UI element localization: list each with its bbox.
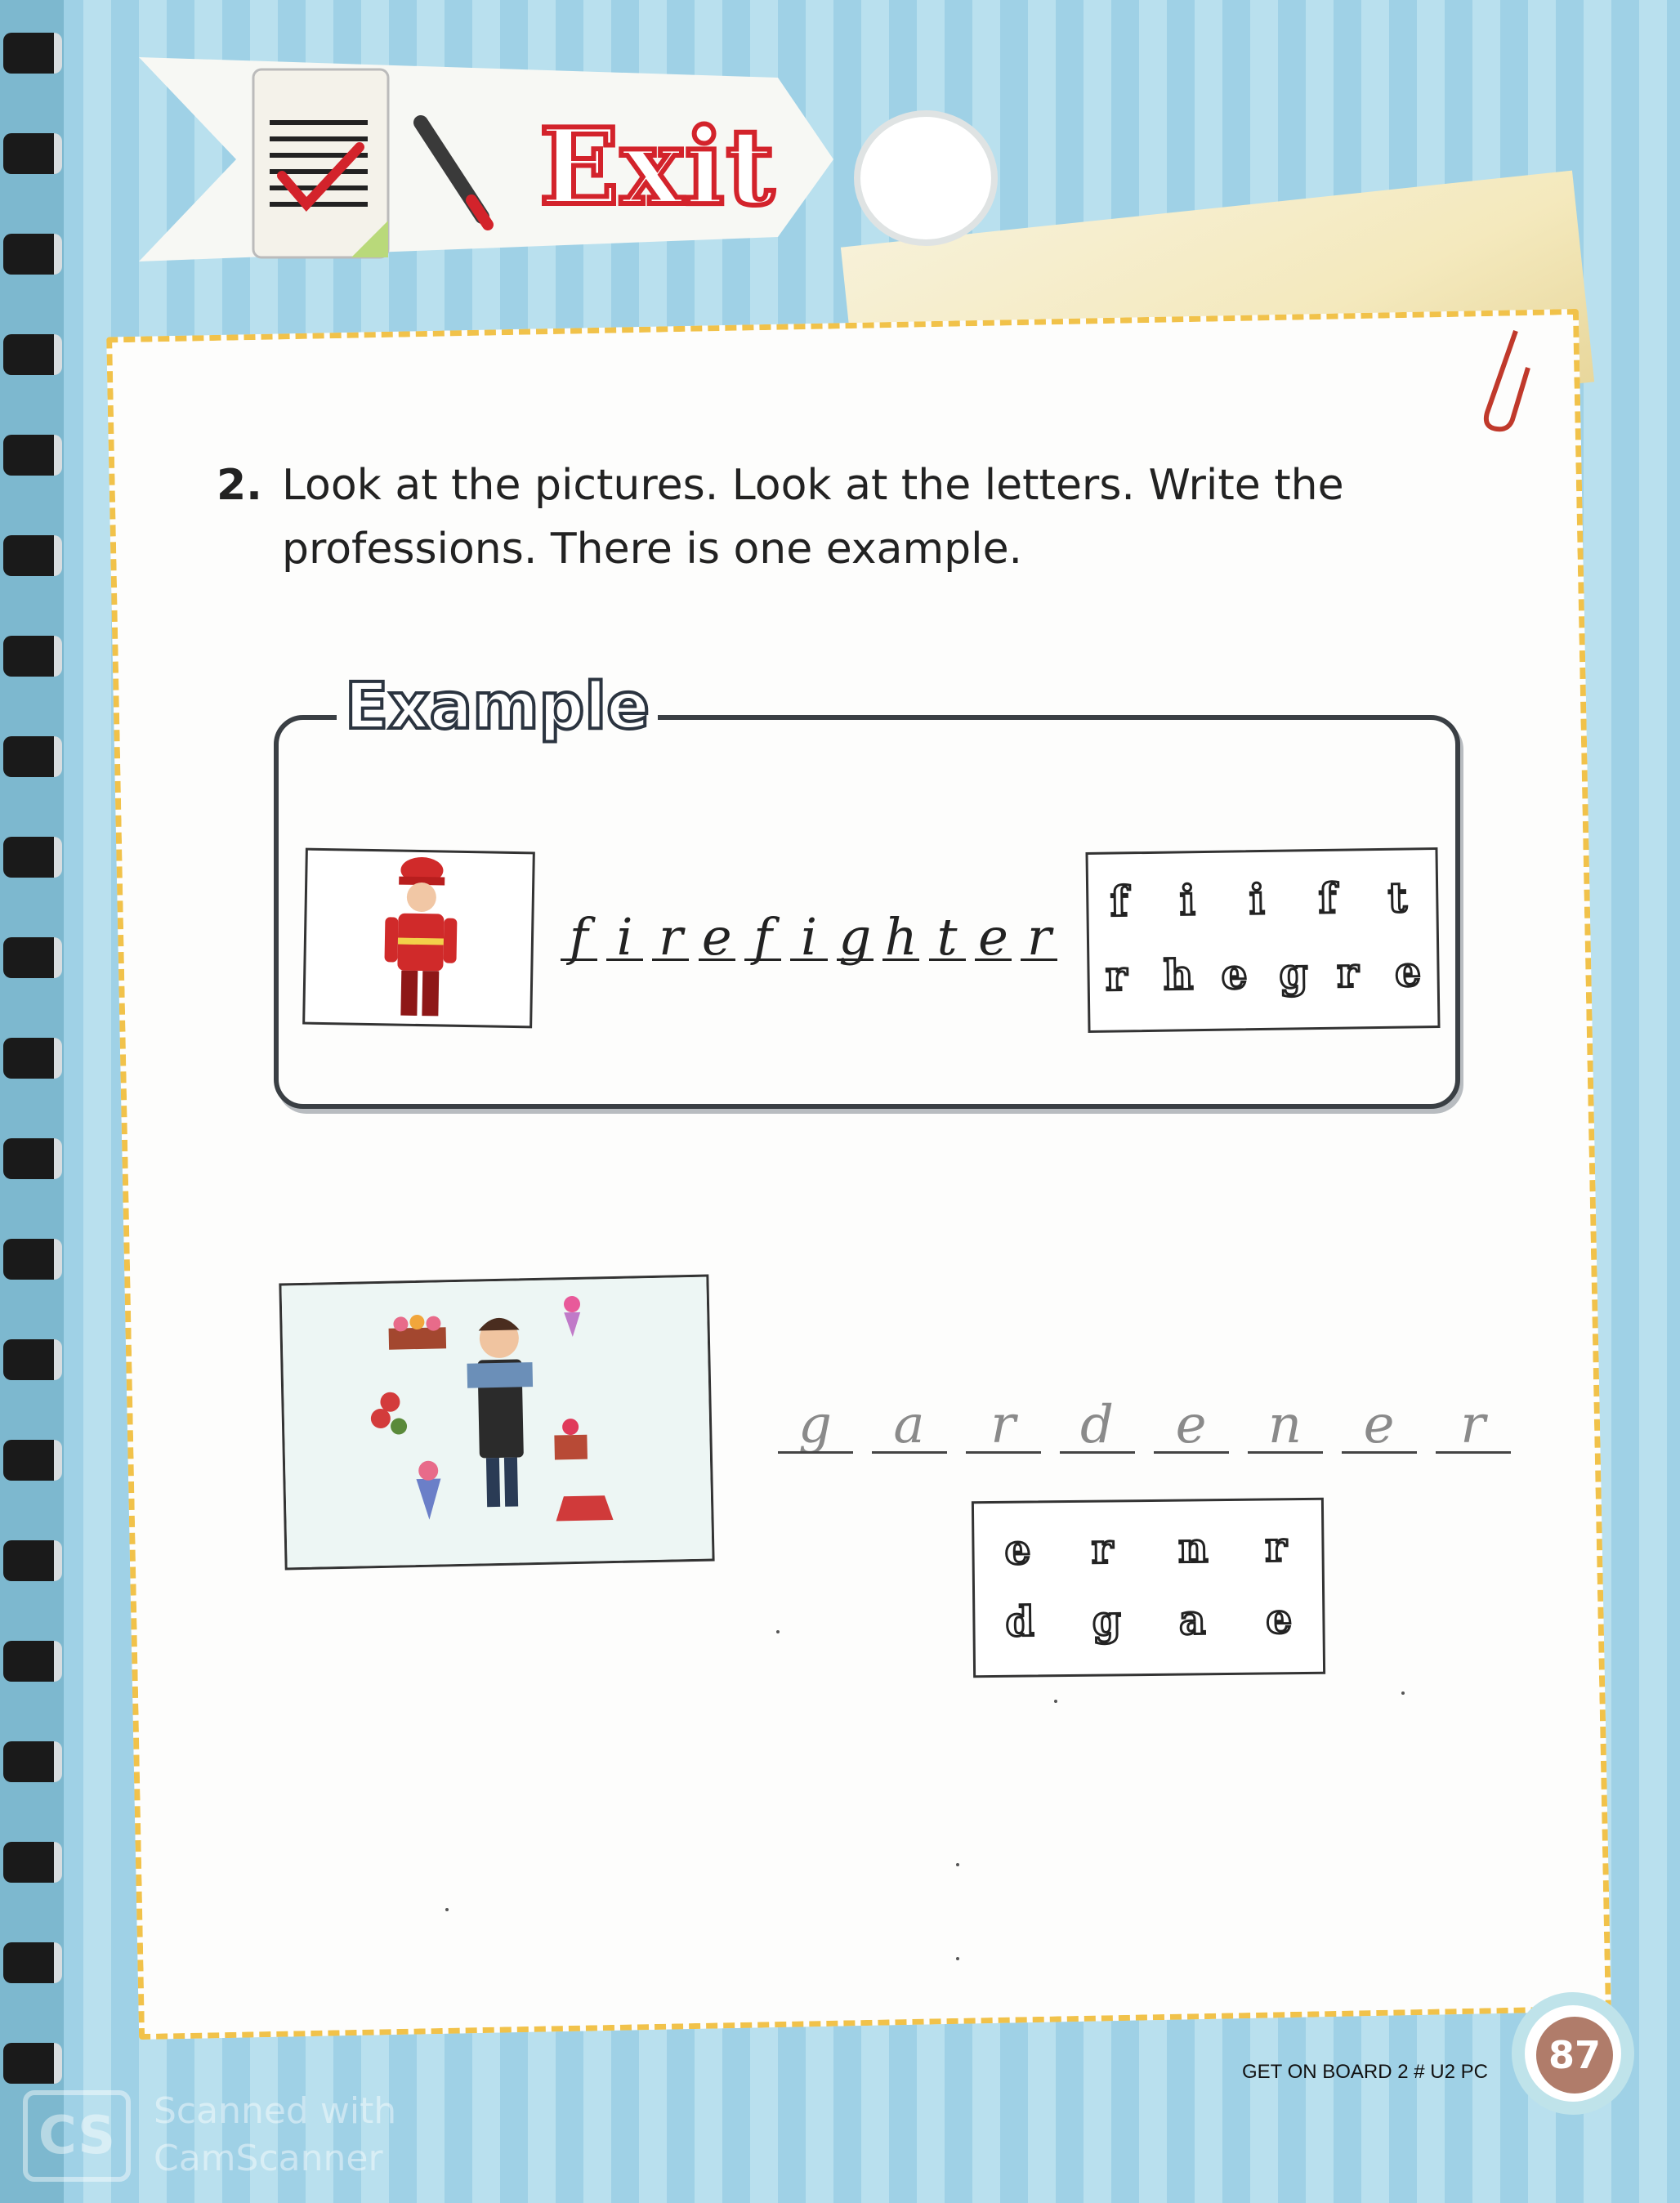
scanner-watermark: CS Scanned with CamScanner — [15, 2082, 440, 2188]
scan-speck — [956, 1957, 959, 1960]
spiral-ring — [3, 1440, 62, 1481]
example-letter-tile: r — [1335, 946, 1360, 997]
question-letter-tile: e — [1003, 1524, 1032, 1575]
exercise-number: 2. — [217, 461, 262, 510]
page-title: Exit — [537, 104, 777, 231]
example-answer-blank — [836, 959, 874, 961]
answer-blank — [1153, 1450, 1229, 1454]
answer-blank — [1435, 1450, 1511, 1454]
question-letter-tile: e — [1264, 1593, 1293, 1644]
spiral-ring — [3, 334, 62, 375]
book-reference: GET ON BOARD 2 # U2 PC — [1242, 2061, 1488, 2083]
pencil-icon — [413, 115, 494, 230]
example-letter-tile: r — [1104, 950, 1128, 1000]
spiral-ring — [3, 1339, 62, 1380]
page-number: 87 — [1536, 2017, 1613, 2094]
example-answer-blank — [974, 959, 1012, 961]
question-letter-tile: r — [1264, 1522, 1289, 1572]
example-answer-blank — [928, 959, 966, 961]
question-letter-tile: r — [1090, 1523, 1115, 1574]
answer-line[interactable]: gardener — [768, 1381, 1520, 1471]
answer-letter: g — [798, 1394, 832, 1455]
spiral-ring — [3, 1038, 62, 1079]
example-answer-blank — [698, 959, 735, 961]
example-letter-tile: i — [1178, 875, 1197, 926]
example-answer-line: firefighter — [556, 895, 1062, 976]
answer-blank — [1059, 1450, 1135, 1454]
answer-blank — [1341, 1450, 1417, 1454]
answer-letter: a — [893, 1394, 925, 1455]
watermark-line1: Scanned with — [154, 2090, 397, 2132]
banner-circle — [854, 110, 998, 246]
gardener-picture-frame — [279, 1274, 715, 1571]
example-letter-tile: h — [1162, 949, 1195, 1000]
letter-grid: ernrdgae — [974, 1500, 1323, 1675]
question-letter-tile: g — [1091, 1595, 1123, 1646]
example-letter-tile: g — [1278, 947, 1310, 998]
example-answer-blank — [652, 959, 690, 961]
example-letter-tile: e — [1220, 948, 1249, 999]
example-answer-blank — [1021, 959, 1058, 961]
scan-speck — [1401, 1691, 1405, 1695]
spiral-ring — [3, 837, 62, 878]
spiral-ring — [3, 1239, 62, 1280]
example-answer-blank — [744, 959, 782, 961]
answer-blank — [777, 1450, 853, 1454]
example-answer-blank — [882, 959, 920, 961]
example-badge: Example — [337, 668, 658, 745]
watermark-logo: CS — [23, 2090, 131, 2182]
spiral-ring — [3, 1942, 62, 1983]
spiral-ring — [3, 1842, 62, 1883]
checklist-icon — [252, 68, 390, 259]
example-letter-tile: f — [1317, 873, 1338, 923]
answer-letter: e — [1363, 1394, 1395, 1455]
question-letter-tile: n — [1177, 1522, 1209, 1573]
spiral-ring — [3, 937, 62, 978]
scan-speck — [445, 1908, 449, 1911]
spiral-ring — [3, 1641, 62, 1682]
answer-letter: d — [1080, 1394, 1114, 1455]
spiral-ring — [3, 33, 62, 74]
firefighter-image — [384, 857, 458, 1017]
spiral-ring — [3, 435, 62, 476]
answer-letter: n — [1267, 1394, 1302, 1455]
watermark-line2: CamScanner — [154, 2138, 383, 2179]
spiral-ring — [3, 234, 62, 275]
example-letter-tile: e — [1393, 945, 1423, 996]
scan-speck — [1054, 1700, 1057, 1703]
question-letter-tile: a — [1177, 1594, 1207, 1645]
example-letter-tile: i — [1248, 874, 1267, 925]
question-letter-tile: d — [1004, 1596, 1036, 1647]
example-letter-tile: f — [1109, 876, 1129, 927]
spiral-ring — [3, 736, 62, 777]
answer-letter: r — [990, 1394, 1016, 1455]
answer-letter: e — [1175, 1394, 1207, 1455]
answer-letter: r — [1460, 1394, 1486, 1455]
example-letter-grid: fiiftrhegre — [1088, 850, 1438, 1030]
spiral-ring — [3, 1741, 62, 1782]
answer-blank — [871, 1450, 947, 1454]
paperclip-icon — [1483, 330, 1530, 432]
gardener-image — [281, 1276, 713, 1568]
spiral-ring — [3, 636, 62, 677]
letter-box: ernrdgae — [971, 1497, 1326, 1678]
spiral-ring — [3, 535, 62, 576]
spiral-ring — [3, 133, 62, 174]
instruction-text: Look at the pictures. Look at the letter… — [282, 461, 1344, 574]
spiral-ring — [3, 2043, 62, 2084]
spiral-ring — [3, 1138, 62, 1179]
answer-blank — [965, 1450, 1041, 1454]
example-answer-blank — [560, 959, 597, 961]
answer-blank — [1247, 1450, 1323, 1454]
example-answer-blank — [790, 959, 828, 961]
scan-speck — [956, 1863, 959, 1866]
example-letter-box: fiiftrhegre — [1085, 847, 1441, 1033]
page-number-badge: 87 — [1512, 1992, 1634, 2115]
example-letter-tile: t — [1387, 872, 1409, 923]
scan-speck — [776, 1630, 780, 1633]
example-answer-blank — [606, 959, 644, 961]
firefighter-picture-frame — [302, 847, 535, 1029]
spiral-binding — [0, 0, 64, 2203]
spiral-ring — [3, 1540, 62, 1581]
